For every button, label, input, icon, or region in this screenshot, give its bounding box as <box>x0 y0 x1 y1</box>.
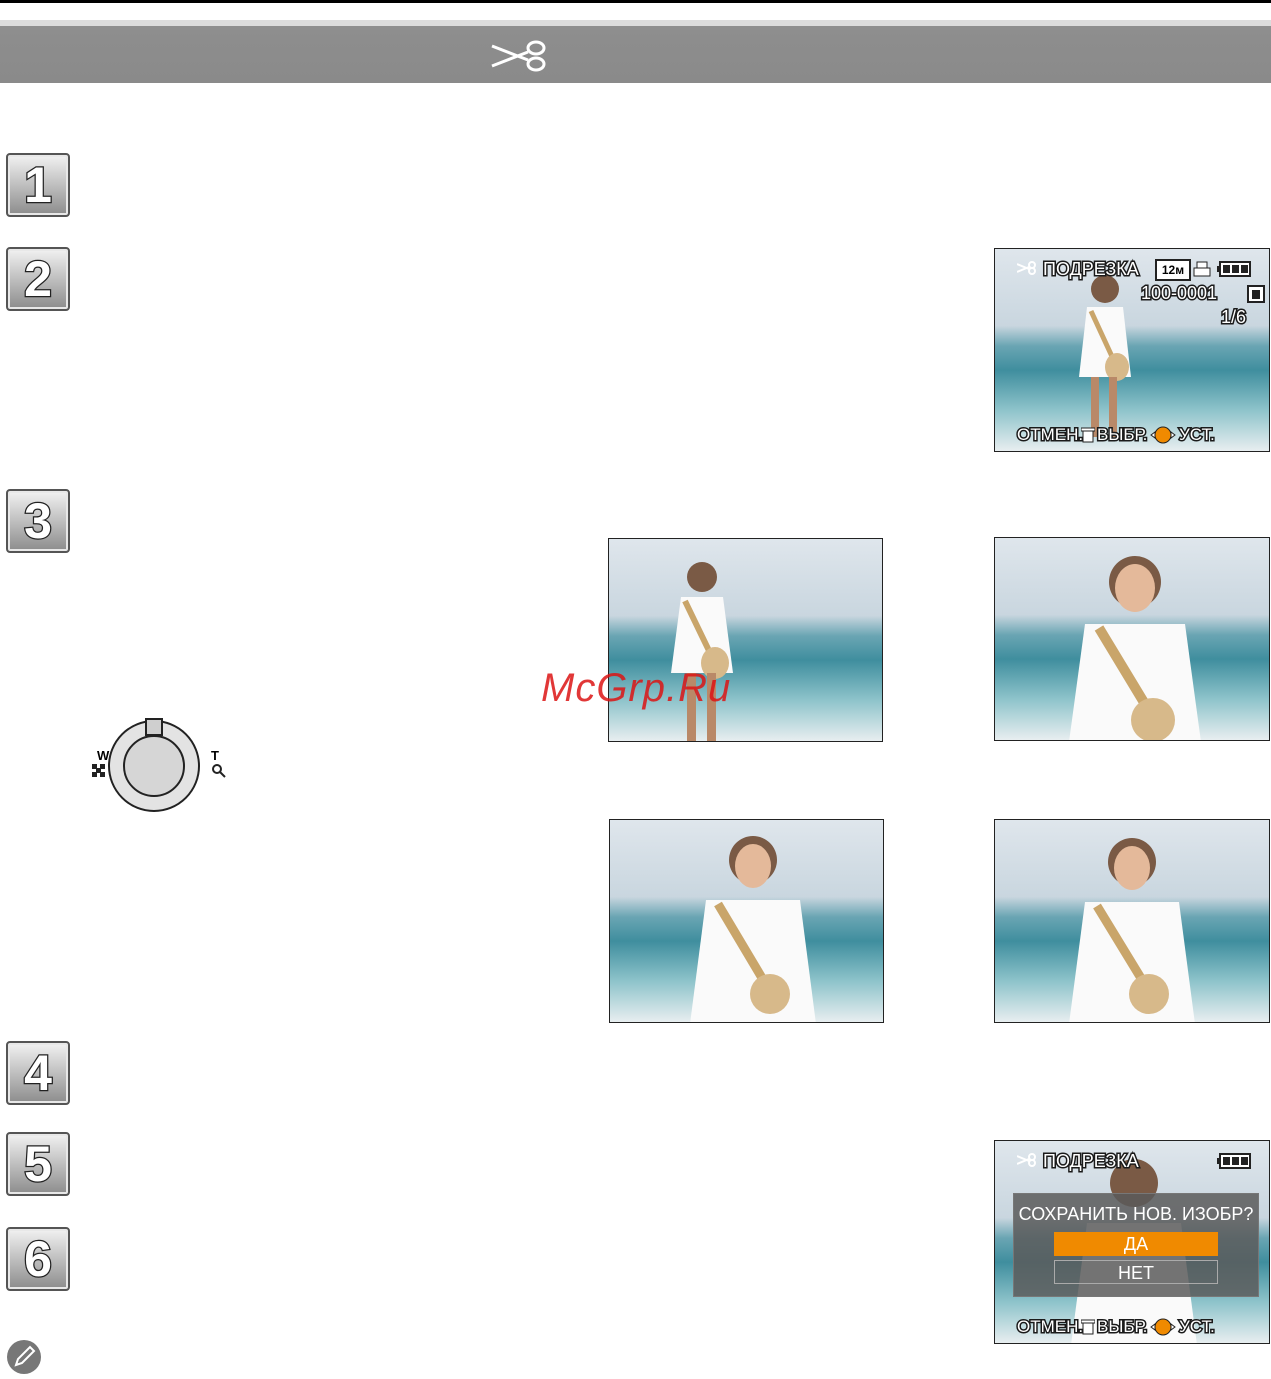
step-3-badge: 3 <box>6 489 70 553</box>
crop-stage-1-photo <box>608 538 883 742</box>
section-header-bar <box>0 20 1271 83</box>
trash-icon <box>1081 427 1095 443</box>
image-size-badge: 12м <box>1155 259 1191 281</box>
dial-icon <box>1150 426 1176 444</box>
step-number: 4 <box>23 1045 53 1101</box>
step-5-badge: 5 <box>6 1132 70 1196</box>
cancel-hint: ОТМЕН. <box>1015 1316 1084 1338</box>
scissors-icon <box>491 40 546 72</box>
step-number: 1 <box>23 157 53 213</box>
step-4-badge: 4 <box>6 1041 70 1105</box>
set-hint: УСТ. <box>1178 424 1217 446</box>
save-dialog: СОХРАНИТЬ НОВ. ИЗОБР? ДА НЕТ <box>1013 1193 1259 1297</box>
battery-icon <box>1217 261 1251 277</box>
set-hint: УСТ. <box>1178 1316 1217 1338</box>
child-figure <box>1069 838 1195 1022</box>
lcd-screen-crop-select: ПОДРЕЗКА 12м 100-0001 1/6 ОТМЕН. ВЫБР. У… <box>994 248 1270 452</box>
no-option[interactable]: НЕТ <box>1054 1260 1218 1284</box>
child-figure <box>1069 556 1201 740</box>
scissors-icon <box>1017 1153 1036 1167</box>
step-1-badge: 1 <box>6 153 70 217</box>
print-icon <box>1193 261 1211 277</box>
cancel-hint: ОТМЕН. <box>1015 424 1084 446</box>
dial-icon <box>1150 1318 1176 1336</box>
step-number: 6 <box>23 1231 53 1287</box>
child-figure <box>671 562 733 741</box>
child-figure <box>1079 275 1131 437</box>
crop-stage-2-photo <box>994 537 1270 741</box>
file-number: 100-0001 <box>1139 282 1218 305</box>
page-counter: 1/6 <box>1219 306 1247 329</box>
dialog-question: СОХРАНИТЬ НОВ. ИЗОБР? <box>1018 1204 1254 1224</box>
watermark-text: McGrp.Ru <box>541 666 732 710</box>
step-number: 5 <box>23 1136 53 1192</box>
battery-icon <box>1217 1153 1251 1169</box>
step-number: 3 <box>23 493 53 549</box>
top-rule <box>0 0 1271 3</box>
zoom-wide-label: W <box>97 748 110 763</box>
crop-stage-4-photo <box>994 819 1270 1023</box>
zoom-tele-label: T <box>211 748 219 763</box>
screen-title: ПОДРЕЗКА <box>1042 258 1141 281</box>
pencil-note-icon <box>7 1340 41 1374</box>
lcd-screen-save-confirm: ПОДРЕЗКА СОХРАНИТЬ НОВ. ИЗОБР? ДА НЕТ ОТ… <box>994 1140 1270 1344</box>
protect-icon <box>1247 285 1265 303</box>
child-figure <box>690 836 816 1022</box>
step-number: 2 <box>23 251 53 307</box>
crop-stage-3-photo <box>609 819 884 1023</box>
scissors-icon <box>1017 261 1036 275</box>
select-hint: ВЫБР. <box>1095 1316 1148 1338</box>
select-hint: ВЫБР. <box>1095 424 1148 446</box>
screen-title: ПОДРЕЗКА <box>1042 1150 1141 1173</box>
step-2-badge: 2 <box>6 247 70 311</box>
step-6-badge: 6 <box>6 1227 70 1291</box>
trash-icon <box>1081 1319 1095 1335</box>
yes-option[interactable]: ДА <box>1054 1232 1218 1256</box>
zoom-lever-icon <box>92 718 226 812</box>
